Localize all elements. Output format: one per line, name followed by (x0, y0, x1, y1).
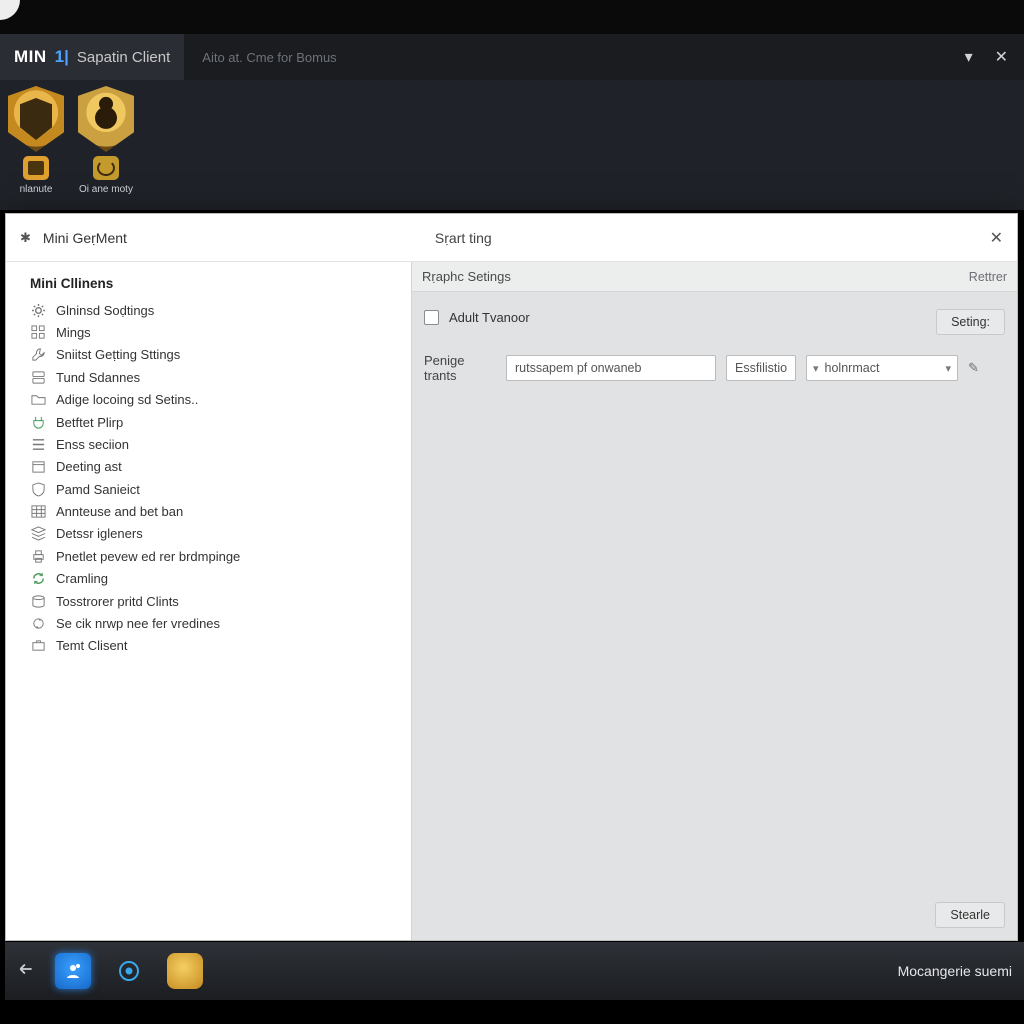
sidebar-item-label: Mings (56, 325, 91, 340)
plug-icon (30, 414, 46, 430)
sidebar-item-label: Glninsd Soḍtings (56, 303, 154, 318)
chevron-down-icon: ▾ (945, 362, 951, 375)
sidebar-item-pamd[interactable]: Pamd Sanieict (6, 478, 411, 500)
sidebar-item-label: Tosstrorer pritd Clints (56, 594, 179, 609)
sidebar-item-adige[interactable]: Adige locoing sd Setins.. (6, 389, 411, 411)
taskbar-status: Mocangerie suemi (898, 963, 1012, 979)
calendar-icon (30, 459, 46, 475)
section-title: Rṛaphc Setings (422, 269, 511, 284)
settings-button[interactable]: Seting: (936, 309, 1005, 335)
layers-icon (30, 526, 46, 542)
server-icon (30, 369, 46, 385)
start-button[interactable]: Stearle (935, 902, 1005, 928)
dialog-title-left: Mini GeṛMent (43, 230, 435, 246)
pin-icon[interactable]: ✱ (20, 230, 31, 246)
settings-content: Rṛaphc Setings Rettrer Adult Tvanoor Set… (412, 262, 1017, 940)
list-icon (30, 436, 46, 452)
wrench-icon (30, 347, 46, 363)
form-small-input[interactable] (726, 355, 796, 381)
sidebar-item-tosstrorer[interactable]: Tosstrorer pritd Clints (6, 590, 411, 612)
app-logo-text: MIN (14, 47, 47, 67)
cycle-icon (30, 615, 46, 631)
taskbar-app-3[interactable] (167, 953, 203, 989)
grid-icon (30, 325, 46, 341)
sidebar-item-deeting[interactable]: Deeting ast (6, 456, 411, 478)
settings-dialog: ✱ Mini GeṛMent Sṛart ting ✕ Mini Cllinen… (5, 213, 1018, 941)
game-badge-2[interactable] (78, 86, 134, 152)
section-right-link[interactable]: Rettrer (969, 270, 1007, 284)
sidebar-item-label: Pamd Sanieict (56, 482, 140, 497)
dialog-title-right: Sṛart ting (435, 230, 990, 246)
sidebar-item-label: Pnetlet pevew ed rer brdmpinge (56, 549, 240, 564)
mini-badge-2[interactable] (93, 156, 119, 180)
section-header: Rṛaphc Setings Rettrer (412, 262, 1017, 292)
drive-icon (30, 593, 46, 609)
sidebar-item-label: Sniitst Geṭting Sttings (56, 347, 180, 362)
mini-badge-2-label: Oi ane moty (79, 184, 133, 195)
game-badge-1[interactable] (8, 86, 64, 152)
form-select-value: holnrmact (825, 361, 880, 375)
close-icon[interactable]: ✕ (995, 47, 1008, 67)
dialog-close-icon[interactable]: ✕ (990, 228, 1003, 248)
app-logo-accent: 1| (55, 47, 69, 67)
sidebar-item-anntese[interactable]: Annteuse and bet ban (6, 500, 411, 522)
app-header: MIN 1| Sapatin Client Aito at. Cme for B… (0, 34, 1024, 80)
refresh-icon (30, 571, 46, 587)
form-label: Penige trants (424, 353, 496, 383)
briefcase-icon (30, 638, 46, 654)
sidebar-item-snist[interactable]: Sniitst Geṭting Sttings (6, 344, 411, 366)
chevron-down-icon: ▾ (813, 362, 819, 375)
sidebar-item-label: Annteuse and bet ban (56, 504, 183, 519)
sidebar-item-detss[interactable]: Detssr igleners (6, 523, 411, 545)
sidebar-item-pnetlet[interactable]: Pnetlet pevew ed rer brdmpinge (6, 545, 411, 567)
window-corner (0, 0, 20, 20)
sidebar-item-label: Cramling (56, 571, 108, 586)
taskbar: Mocangerie suemi (5, 942, 1024, 1000)
sidebar-item-tund[interactable]: Tund Sdannes (6, 366, 411, 388)
sidebar-item-ens[interactable]: Enss seciion (6, 433, 411, 455)
minimize-icon[interactable]: ▾ (965, 47, 973, 67)
sidebar-item-general[interactable]: Glninsd Soḍtings (6, 299, 411, 321)
sidebar-item-mings[interactable]: Mings (6, 321, 411, 343)
printer-icon (30, 548, 46, 564)
shield-icon (30, 481, 46, 497)
sidebar-item-label: Deeting ast (56, 459, 122, 474)
edit-icon[interactable]: ✎ (968, 360, 979, 376)
mini-badge-1[interactable] (23, 156, 49, 180)
app-subtitle: Aito at. Cme for Bomus (184, 34, 948, 80)
sidebar-item-label: Betftet Plirp (56, 415, 123, 430)
sidebar-item-betfet[interactable]: Betftet Plirp (6, 411, 411, 433)
form-row: Penige trants ▾ holnrmact ▾ ✎ (424, 353, 1005, 383)
sidebar-heading: Mini Cllinens (6, 272, 411, 299)
expand-icon[interactable] (17, 960, 35, 983)
sidebar-item-label: Tund Sdannes (56, 370, 140, 385)
checkbox-icon[interactable] (424, 310, 439, 325)
sidebar-item-label: Enss seciion (56, 437, 129, 452)
app-title-tab[interactable]: MIN 1| Sapatin Client (0, 34, 184, 80)
sidebar-item-label: Detssr igleners (56, 526, 143, 541)
app-title: Sapatin Client (77, 49, 170, 66)
sidebar-item-cramling[interactable]: Cramling (6, 568, 411, 590)
taskbar-app-2[interactable] (111, 953, 147, 989)
checkbox-label: Adult Tvanoor (449, 310, 530, 325)
settings-sidebar: Mini Cllinens Glninsd Soḍtings Mings Sni… (6, 262, 412, 940)
sidebar-item-seck[interactable]: Se cik nrwp nee fer vredines (6, 612, 411, 634)
sidebar-item-label: Temt Clisent (56, 638, 128, 653)
sidebar-item-label: Adige locoing sd Setins.. (56, 392, 198, 407)
sidebar-item-temt[interactable]: Temt Clisent (6, 635, 411, 657)
taskbar-app-1[interactable] (55, 953, 91, 989)
folder-icon (30, 392, 46, 408)
form-input[interactable] (506, 355, 716, 381)
sidebar-item-label: Se cik nrwp nee fer vredines (56, 616, 220, 631)
launcher-strip: nlanute Oi ane moty (0, 80, 1024, 210)
form-select[interactable]: ▾ holnrmact ▾ (806, 355, 958, 381)
gear-icon (30, 302, 46, 318)
checkbox-row[interactable]: Adult Tvanoor (424, 310, 1005, 325)
table-icon (30, 504, 46, 520)
mini-badge-1-label: nlanute (20, 184, 53, 195)
